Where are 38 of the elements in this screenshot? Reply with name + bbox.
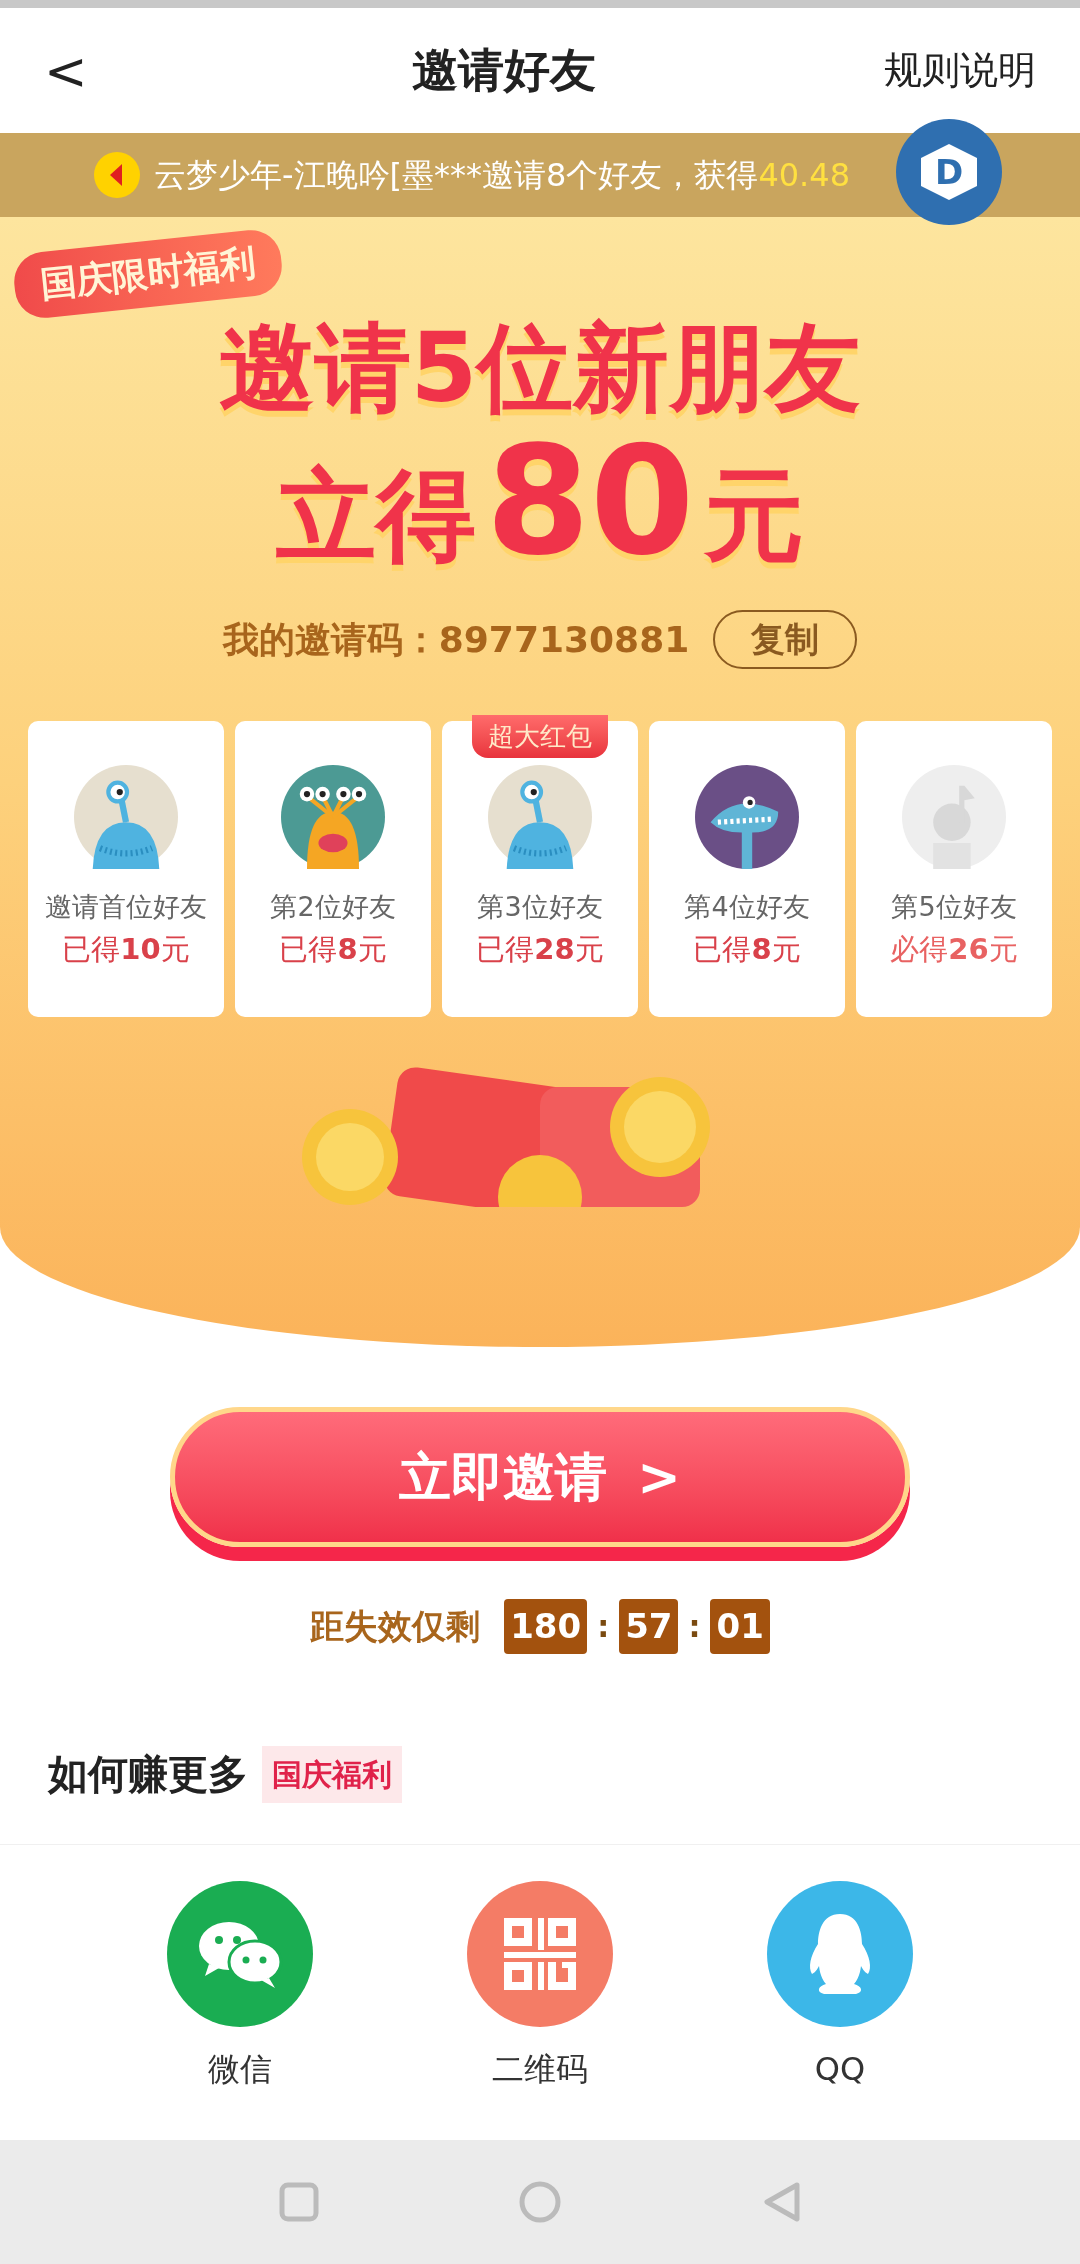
friend-label: 第3位好友	[477, 890, 603, 925]
share-label: QQ	[814, 2049, 866, 2090]
speaker-icon	[94, 152, 140, 198]
countdown-digits: 180	[504, 1599, 588, 1654]
friend-reward: 已得10元	[62, 930, 190, 968]
friend-label: 第5位好友	[891, 890, 1017, 925]
section-title: 如何赚更多	[48, 1750, 248, 1799]
invite-code-text: 我的邀请码：8977130881	[222, 617, 690, 662]
back-nav-icon[interactable]	[761, 2181, 801, 2223]
avatar-placeholder-icon	[902, 765, 1006, 870]
monster-avatar-icon	[281, 765, 385, 870]
share-label: 二维码	[492, 2049, 588, 2090]
countdown-separator: :	[597, 1608, 610, 1646]
friend-label: 邀请首位好友	[45, 890, 207, 925]
countdown-digits: 57	[619, 1599, 679, 1654]
ticker-text: 云梦少年-江晚吟[墨***邀请8个好友，获得40.48	[154, 155, 850, 196]
friend-reward: 已得8元	[279, 930, 387, 968]
bonus-badge: 超大红包	[472, 715, 608, 759]
headline-line: 立得 80元	[275, 426, 805, 577]
friend-label: 第4位好友	[684, 890, 810, 925]
share-label: 微信	[208, 2049, 272, 2090]
friend-label: 第2位好友	[270, 890, 396, 925]
monster-avatar-icon	[695, 765, 799, 870]
section-tag: 国庆福利	[262, 1745, 402, 1803]
friend-reward: 已得28元	[476, 930, 604, 968]
countdown-label: 距失效仅剩	[310, 1605, 481, 1648]
back-button[interactable]: <	[44, 31, 124, 110]
countdown-separator: :	[688, 1608, 701, 1646]
page-title: 邀请好友	[412, 42, 596, 99]
countdown-digits: 01	[710, 1599, 770, 1654]
monster-avatar-icon	[488, 765, 592, 870]
home-icon[interactable]	[519, 2181, 561, 2223]
monster-avatar-icon	[74, 765, 178, 870]
rules-link[interactable]: 规则说明	[884, 42, 1036, 99]
recent-apps-icon[interactable]	[279, 2182, 319, 2222]
friend-reward: 必得26元	[890, 930, 1018, 968]
copy-button[interactable]: 复制	[713, 610, 858, 670]
friend-reward: 已得8元	[693, 930, 801, 968]
